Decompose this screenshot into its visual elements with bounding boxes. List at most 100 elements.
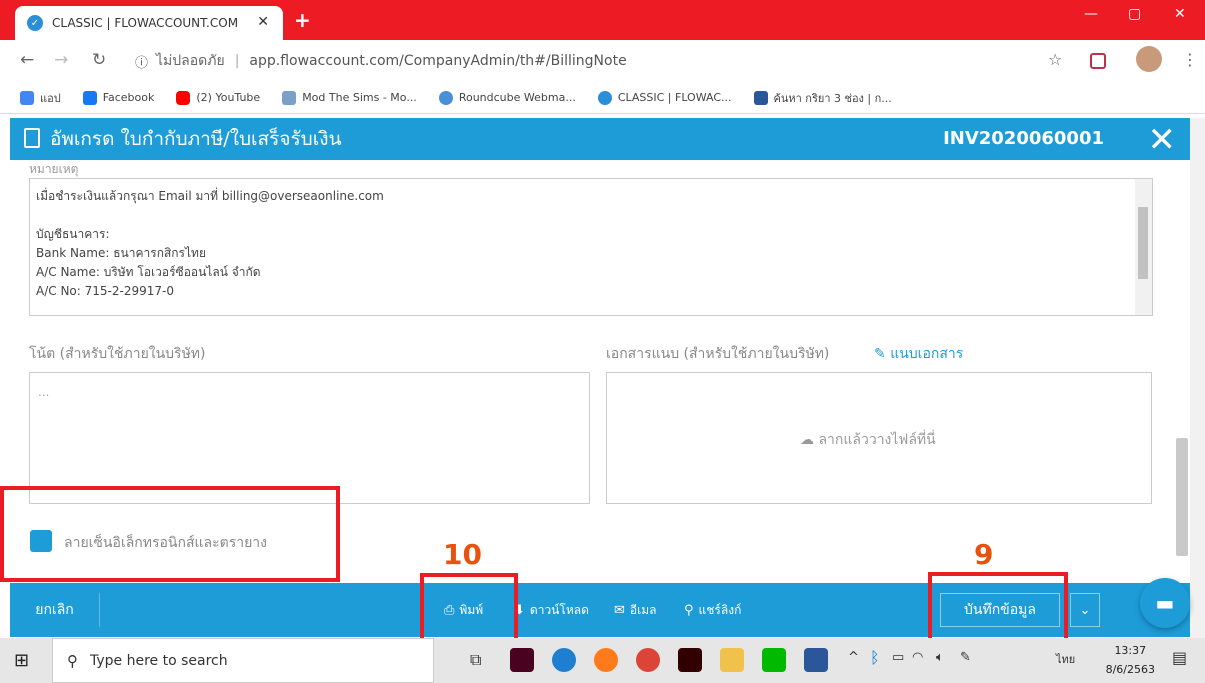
step-number-print: 10	[443, 538, 482, 571]
tab-title: CLASSIC | FLOWACCOUNT.COM	[52, 16, 239, 30]
bookmark-word[interactable]: ค้นหา กริยา 3 ช่อง | ก...	[753, 89, 892, 107]
modthesims-icon	[282, 90, 297, 105]
word-w-icon	[753, 90, 768, 105]
address-bar-row: ← → ↻ ⓘ ไม่ปลอดภัย | app.flowaccount.com…	[0, 40, 1205, 82]
remarks-line: A/C Name: บริษัท โอเวอร์ซีออนไลน์ จำกัด	[36, 265, 261, 279]
note-placeholder: ...	[38, 385, 50, 399]
share-label: แชร์ลิงก์	[698, 603, 742, 617]
cancel-button[interactable]: ยกเลิก	[10, 593, 100, 627]
reload-icon[interactable]: ↻	[92, 50, 106, 70]
page-title: อัพเกรด ใบกำกับภาษี/ใบเสร็จรับเงิน	[50, 128, 342, 150]
download-button[interactable]: ⬇ ดาวน์โหลด	[514, 601, 589, 620]
page-scrollbar-thumb[interactable]	[1176, 438, 1188, 556]
bookmark-star-icon[interactable]: ☆	[1048, 50, 1062, 69]
document-icon	[24, 128, 40, 148]
bluetooth-icon[interactable]: ᛒ	[870, 648, 880, 667]
close-dialog-button[interactable]: ✕	[1148, 120, 1177, 160]
save-options-dropdown[interactable]: ⌄	[1070, 593, 1100, 627]
note-label: โน้ต (สำหรับใช้ภายในบริษัท)	[29, 346, 206, 362]
document-header: อัพเกรด ใบกำกับภาษี/ใบเสร็จรับเงิน INV20…	[10, 118, 1190, 160]
profile-avatar[interactable]	[1136, 46, 1162, 72]
flowaccount-favicon-icon: ✓	[27, 15, 43, 31]
clock-date: 8/6/2563	[1105, 663, 1155, 676]
paperclip-icon: ✎	[874, 346, 891, 362]
indesign-icon[interactable]	[510, 648, 534, 672]
line-icon[interactable]	[762, 648, 786, 672]
bookmark-label: Mod The Sims - Mo...	[302, 91, 417, 104]
attach-link[interactable]: ✎ แนบเอกสาร	[874, 343, 963, 365]
remarks-line	[36, 206, 1146, 225]
notification-icon[interactable]: ▤	[1172, 648, 1187, 667]
firefox-icon[interactable]	[594, 648, 618, 672]
step-number-save: 9	[974, 538, 994, 571]
download-label: ดาวน์โหลด	[529, 603, 589, 617]
info-icon[interactable]: ⓘ	[135, 52, 148, 71]
remarks-line: บัญชีธนาคาร:	[36, 227, 110, 241]
document-number: INV2020060001	[943, 128, 1104, 149]
tray-chevron-icon[interactable]: ^	[848, 650, 859, 665]
bookmark-label: Roundcube Webma...	[458, 91, 576, 104]
word-icon[interactable]	[804, 648, 828, 672]
taskbar-search-placeholder: Type here to search	[90, 652, 228, 669]
battery-icon[interactable]: ▭	[892, 650, 904, 665]
attachment-label: เอกสารแนบ (สำหรับใช้ภายในบริษัท)	[606, 346, 830, 362]
new-tab-button[interactable]: +	[294, 8, 311, 32]
security-label: ไม่ปลอดภัย	[156, 53, 225, 69]
bookmark-roundcube[interactable]: Roundcube Webma...	[438, 90, 576, 105]
browser-tab[interactable]: ✓ CLASSIC | FLOWACCOUNT.COM ✕	[15, 6, 283, 40]
chat-bubble-icon[interactable]: ▬	[1140, 578, 1190, 628]
back-icon[interactable]: ←	[20, 50, 34, 70]
windows-start-icon[interactable]: ⊞	[14, 650, 29, 671]
remarks-line: A/C No: 715-2-29917-0	[36, 284, 174, 298]
url-text: app.flowaccount.com/CompanyAdmin/th#/Bil…	[249, 53, 627, 69]
bookmark-modthesims[interactable]: Mod The Sims - Mo...	[282, 90, 417, 105]
browser-title-bar: ✓ CLASSIC | FLOWACCOUNT.COM ✕ + — ▢ ✕	[0, 0, 1205, 40]
window-close-icon[interactable]: ✕	[1174, 6, 1186, 22]
bookmarks-bar: แอป Facebook (2) YouTube Mod The Sims - …	[0, 82, 1205, 114]
roundcube-icon	[438, 90, 453, 105]
remarks-scrollbar-thumb[interactable]	[1138, 207, 1148, 279]
note-textarea[interactable]: ...	[29, 372, 590, 504]
wifi-icon[interactable]: ◠	[912, 650, 923, 665]
taskbar-clock[interactable]: 13:37 8/6/2563	[1106, 641, 1155, 679]
maximize-icon[interactable]: ▢	[1128, 6, 1141, 22]
taskbar-search-box[interactable]: ⚲ Type here to search	[52, 638, 434, 683]
remarks-line: เมื่อชำระเงินแล้วกรุณา Email มาที่ billi…	[36, 189, 384, 203]
bookmark-label: ค้นหา กริยา 3 ช่อง | ก...	[773, 91, 892, 105]
page-scrollbar[interactable]	[1190, 118, 1205, 638]
minimize-icon[interactable]: —	[1084, 6, 1098, 22]
bookmark-facebook[interactable]: Facebook	[82, 90, 154, 105]
file-explorer-icon[interactable]	[720, 648, 744, 672]
extension-icon[interactable]	[1090, 53, 1106, 69]
flowaccount-icon	[597, 90, 612, 105]
url-omnibox[interactable]: ⓘ ไม่ปลอดภัย | app.flowaccount.com/Compa…	[127, 45, 1070, 77]
envelope-icon: ✉	[614, 603, 625, 618]
search-icon: ⚲	[67, 651, 78, 670]
url-separator: |	[234, 53, 240, 69]
illustrator-icon[interactable]	[678, 648, 702, 672]
remarks-textarea[interactable]: เมื่อชำระเงินแล้วกรุณา Email มาที่ billi…	[29, 178, 1153, 316]
email-button[interactable]: ✉ อีเมล	[614, 601, 656, 620]
bookmark-apps[interactable]: แอป	[20, 89, 61, 107]
chrome-icon[interactable]	[636, 648, 660, 672]
language-indicator[interactable]: ไทย	[1056, 650, 1075, 668]
pen-icon[interactable]: ✎	[960, 650, 971, 665]
tab-close-icon[interactable]: ✕	[257, 14, 269, 30]
bookmark-youtube[interactable]: (2) YouTube	[176, 90, 260, 105]
menu-kebab-icon[interactable]: ⋮	[1182, 50, 1198, 69]
bookmark-label: CLASSIC | FLOWAC...	[617, 91, 732, 104]
email-label: อีเมล	[629, 603, 657, 617]
link-icon: ⚲	[684, 603, 694, 618]
forward-icon[interactable]: →	[54, 50, 68, 70]
bookmark-flowaccount[interactable]: CLASSIC | FLOWAC...	[597, 90, 732, 105]
file-dropzone[interactable]: ☁ ลากแล้ววางไฟล์ที่นี่	[606, 372, 1152, 504]
attach-link-label: แนบเอกสาร	[890, 346, 964, 362]
task-view-icon[interactable]: ⧉	[470, 650, 481, 670]
volume-icon[interactable]: 🔈︎	[936, 650, 944, 665]
dropzone-text-wrap: ☁ ลากแล้ววางไฟล์ที่นี่	[800, 429, 936, 451]
windows-taskbar: ⊞ ⚲ Type here to search ⧉ ^ ᛒ ▭ ◠ 🔈︎ ✎ ไ…	[0, 638, 1205, 683]
share-link-button[interactable]: ⚲ แชร์ลิงก์	[684, 601, 741, 620]
clock-time: 13:37	[1114, 644, 1147, 657]
remarks-label: หมายเหตุ	[29, 162, 79, 176]
edge-icon[interactable]	[552, 648, 576, 672]
